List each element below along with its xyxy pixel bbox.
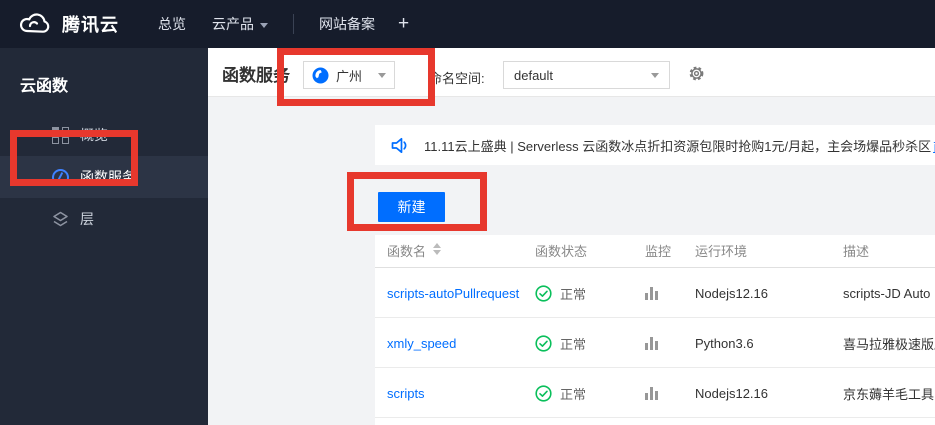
notice-message: 11.11云上盛典 | Serverless 云函数冰点折扣资源包限时抢购1元/… (424, 138, 932, 154)
namespace-label: 命名空间: (429, 71, 485, 86)
description-value: 喜马拉雅极速版刷 (843, 336, 935, 352)
add-tab-button[interactable]: + (398, 13, 409, 35)
chevron-down-icon (378, 72, 386, 78)
top-navigation-bar: 腾讯云 总览 云产品 网站备案 + (0, 0, 935, 48)
page-header: 函数服务 广州 命名空间: default (208, 48, 935, 97)
status-badge: 正常 (560, 386, 587, 402)
monitor-chart-icon[interactable] (645, 286, 658, 300)
grid-icon (52, 126, 69, 144)
sidebar-item-overview[interactable]: 概览 (0, 114, 208, 156)
sort-icon[interactable] (433, 243, 442, 255)
table-row: scripts-autoPullrequest 正常 Nodejs12.16 s… (375, 268, 935, 318)
tencent-cloud-brand[interactable]: 腾讯云 (18, 11, 119, 37)
sidebar-title: 云函数 (20, 78, 69, 95)
table-row: xmly_speed 正常 Python3.6 喜马拉雅极速版刷 (375, 318, 935, 368)
status-badge: 正常 (560, 286, 587, 302)
megaphone-icon (391, 137, 407, 153)
function-service-icon (52, 168, 69, 186)
nav-icp-tab[interactable]: 网站备案 (319, 14, 375, 34)
layers-icon (53, 211, 68, 226)
top-nav-items: 总览 云产品 网站备案 + (145, 13, 409, 35)
status-badge: 正常 (560, 336, 587, 352)
sidebar-menu: 概览 函数服务 层 (0, 114, 208, 240)
sidebar: 云函数 概览 函数服务 层 (0, 48, 208, 425)
status-ok-icon (535, 284, 552, 302)
namespace-selector[interactable]: default (503, 61, 670, 89)
globe-icon (312, 67, 329, 83)
nav-products[interactable]: 云产品 (212, 14, 268, 34)
tencent-cloud-console: 腾讯云 总览 云产品 网站备案 + 云函数 概览 函数服务 层 函数服务 广州 … (0, 0, 935, 425)
page-title: 函数服务 (222, 66, 290, 85)
chevron-down-icon (260, 22, 268, 28)
sidebar-item-layers[interactable]: 层 (0, 198, 208, 240)
create-function-button[interactable]: 新建 (378, 192, 445, 222)
description-value: 京东薅羊毛工具 (843, 386, 935, 402)
functions-table: 函数名 函数状态 监控 运行环境 描述 scripts-autoPullrequ… (375, 235, 935, 425)
column-function-status: 函数状态 (535, 244, 588, 259)
sidebar-item-function-service[interactable]: 函数服务 (0, 156, 208, 198)
tencent-cloud-logo-icon (19, 13, 50, 33)
gear-icon[interactable] (688, 65, 705, 82)
column-description: 描述 (843, 244, 870, 259)
brand-name: 腾讯云 (62, 15, 119, 35)
status-ok-icon (535, 334, 552, 352)
region-selector[interactable]: 广州 (303, 61, 395, 89)
monitor-chart-icon[interactable] (645, 336, 658, 350)
table-header-row: 函数名 函数状态 监控 运行环境 描述 (375, 235, 935, 268)
nav-divider (293, 14, 294, 34)
function-name-link[interactable]: xmly_speed (387, 336, 456, 351)
table-row: scripts 正常 Nodejs12.16 京东薅羊毛工具 (375, 368, 935, 418)
promo-notice-bar: 11.11云上盛典 | Serverless 云函数冰点折扣资源包限时抢购1元/… (375, 125, 935, 165)
runtime-value: Nodejs12.16 (695, 285, 768, 301)
function-name-link[interactable]: scripts (387, 386, 425, 401)
nav-overview[interactable]: 总览 (158, 14, 186, 34)
column-function-name[interactable]: 函数名 (387, 235, 442, 268)
runtime-value: Nodejs12.16 (695, 385, 768, 401)
monitor-chart-icon[interactable] (645, 386, 658, 400)
function-name-link[interactable]: scripts-autoPullrequest (387, 286, 519, 301)
region-value: 广州 (336, 68, 363, 84)
description-value: scripts-JD Auto P (843, 285, 935, 301)
runtime-value: Python3.6 (695, 335, 754, 351)
column-monitor: 监控 (645, 244, 672, 259)
chevron-down-icon (651, 72, 659, 78)
column-runtime: 运行环境 (695, 244, 748, 259)
status-ok-icon (535, 384, 552, 402)
namespace-value: default (514, 67, 554, 83)
content-area: 11.11云上盛典 | Serverless 云函数冰点折扣资源包限时抢购1元/… (208, 97, 935, 425)
